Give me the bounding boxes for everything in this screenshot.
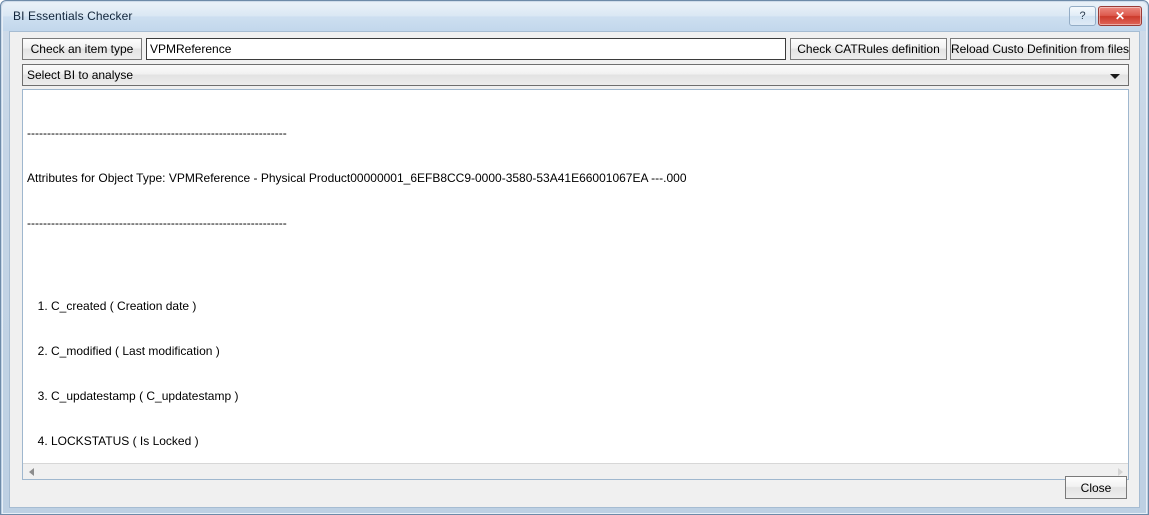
select-bi-dropdown[interactable]: Select BI to analyse (22, 64, 1129, 86)
separator-line-bottom: ----------------------------------------… (27, 216, 287, 230)
help-icon: ? (1079, 10, 1086, 22)
toolbar: Check an item type Check CATRules defini… (22, 38, 1130, 60)
scroll-left-arrow-icon[interactable] (23, 464, 39, 479)
check-catrules-definition-button[interactable]: Check CATRules definition (790, 38, 947, 60)
application-window: BI Essentials Checker ? ✕ Check an item … (0, 0, 1149, 515)
close-window-button[interactable]: ✕ (1098, 6, 1142, 26)
output-header-line: Attributes for Object Type: VPMReference… (27, 171, 687, 185)
reload-custo-definition-button[interactable]: Reload Custo Definition from files (950, 38, 1130, 60)
title-bar[interactable]: BI Essentials Checker ? ✕ (3, 3, 1146, 31)
separator-line-top: ----------------------------------------… (27, 126, 287, 140)
horizontal-scrollbar[interactable] (23, 463, 1128, 479)
output-panel: ----------------------------------------… (22, 89, 1129, 480)
attribute-row: 1. C_created ( Creation date ) (31, 299, 197, 313)
item-type-input[interactable] (146, 38, 786, 60)
caption-button-group: ? ✕ (1069, 6, 1142, 26)
help-icon-button[interactable]: ? (1069, 6, 1096, 26)
close-icon: ✕ (1114, 9, 1126, 23)
select-bi-dropdown-label: Select BI to analyse (27, 68, 134, 82)
check-an-item-type-button[interactable]: Check an item type (22, 38, 142, 60)
attribute-row: 4. LOCKSTATUS ( Is Locked ) (31, 434, 199, 448)
output-text-area[interactable]: ----------------------------------------… (23, 90, 1128, 462)
attribute-list: 1. C_created ( Creation date ) 2. C_modi… (27, 269, 1128, 462)
client-area: Check an item type Check CATRules defini… (9, 31, 1140, 508)
attribute-row: 2. C_modified ( Last modification ) (31, 344, 220, 358)
attribute-row: 3. C_updatestamp ( C_updatestamp ) (31, 389, 239, 403)
chevron-down-icon (1110, 74, 1120, 79)
close-dialog-button[interactable]: Close (1065, 476, 1127, 499)
window-title: BI Essentials Checker (13, 9, 133, 23)
